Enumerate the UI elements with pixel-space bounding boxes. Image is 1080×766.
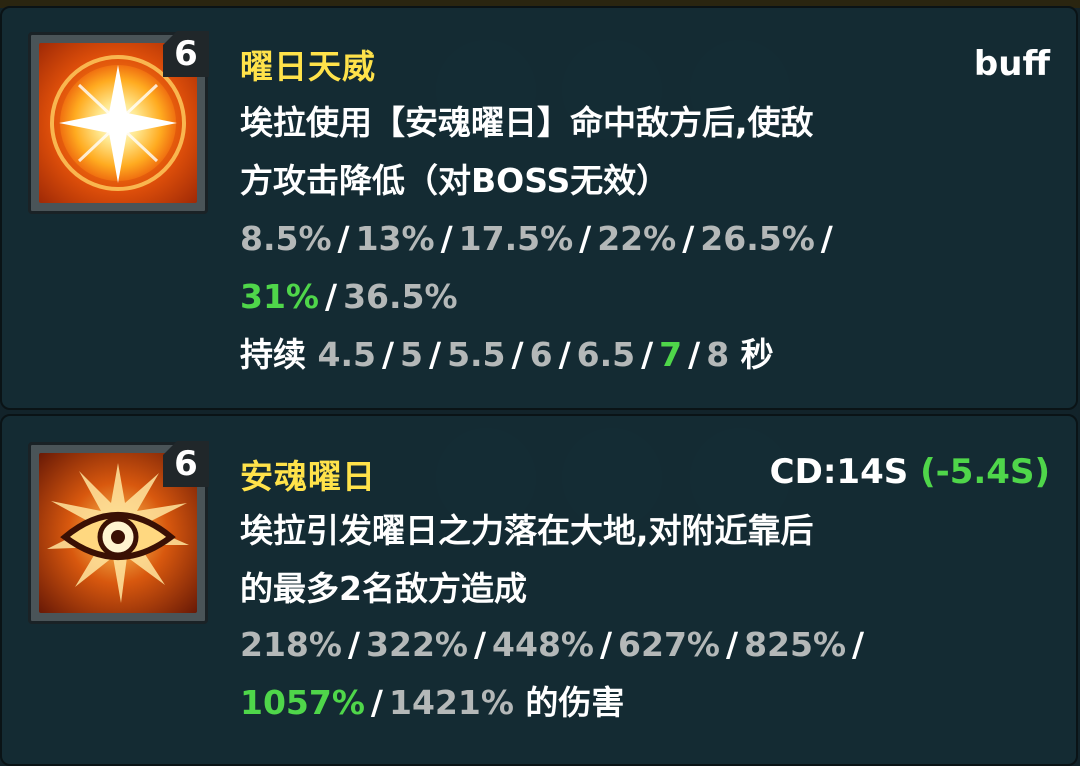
value-level-1: 218% xyxy=(240,625,342,664)
skill-values: 8.5%/13%/17.5%/22%/26.5%/ 31%/36.5% 持续 4… xyxy=(240,210,839,384)
value-level-2: 13% xyxy=(355,219,435,258)
description-line: 的最多2名敌方造成 xyxy=(240,569,527,608)
values-line: 31%/36.5% xyxy=(240,277,458,316)
values-line: 8.5%/13%/17.5%/22%/26.5% / xyxy=(240,219,833,258)
description-line: 埃拉引发曜日之力落在大地,对附近靠后 xyxy=(240,511,814,550)
value-level-1: 8.5% xyxy=(240,219,332,258)
value-level-4: 627% xyxy=(618,625,720,664)
duration-level-7: 8 xyxy=(706,335,730,374)
skill-name: 曜日天威 xyxy=(240,47,376,86)
skill-level-badge: 6 xyxy=(163,31,209,77)
duration-level-2: 5 xyxy=(400,335,423,374)
skill-values: 218%/322%/448%/627%/825%/ 1057%/1421% 的伤… xyxy=(240,616,870,732)
duration-label: 持续 xyxy=(240,335,306,374)
value-level-3: 448% xyxy=(492,625,594,664)
skill-level-badge: 6 xyxy=(163,441,209,487)
duration-level-5: 6.5 xyxy=(576,335,636,374)
value-level-5: 825% xyxy=(744,625,847,664)
value-level-7: 1421% xyxy=(388,683,514,722)
values-line: 1057%/1421% 的伤害 xyxy=(240,683,625,722)
duration-level-1: 4.5 xyxy=(317,335,376,374)
value-current-level: 1057% xyxy=(240,683,365,722)
value-current-level: 31% xyxy=(240,277,319,316)
skill-type-tag: buff xyxy=(973,44,1050,84)
duration-unit: 秒 xyxy=(740,335,774,374)
value-level-5: 26.5% xyxy=(700,219,815,258)
skill-name: 安魂曜日 xyxy=(240,457,376,496)
value-level-7: 36.5% xyxy=(343,277,458,316)
skill-card-active: 6 安魂曜日 CD:14S (-5.4S) 埃拉引发曜日之力落在大地,对附近靠后… xyxy=(0,414,1078,766)
duration-line: 持续 4.5/5/5.5/6/6.5/7/8 秒 xyxy=(240,335,774,374)
skill-icon-frame[interactable]: 6 xyxy=(28,31,209,214)
cooldown-label: CD:14S (-5.4S) xyxy=(770,452,1050,492)
description-line: 埃拉使用【安魂曜日】命中敌方后,使敌 xyxy=(240,103,814,142)
skill-icon-frame[interactable]: 6 xyxy=(28,441,209,624)
value-level-3: 17.5% xyxy=(458,219,574,258)
skill-description: 埃拉使用【安魂曜日】命中敌方后,使敌 方攻击降低（对BOSS无效） xyxy=(240,94,814,210)
skill-tooltip-screen: 6 曜日天威 buff 埃拉使用【安魂曜日】命中敌方后,使敌 方攻击降低（对BO… xyxy=(0,0,1080,766)
value-level-2: 322% xyxy=(366,625,468,664)
cooldown-reduction: (-5.4S) xyxy=(920,452,1050,492)
value-level-4: 22% xyxy=(597,219,677,258)
skill-description: 埃拉引发曜日之力落在大地,对附近靠后 的最多2名敌方造成 xyxy=(240,502,814,618)
duration-level-4: 6 xyxy=(529,335,553,374)
values-line: 218%/322%/448%/627%/825% / xyxy=(240,625,865,664)
damage-suffix: 的伤害 xyxy=(525,683,625,722)
cooldown-value: CD:14S xyxy=(769,452,909,492)
duration-current-level: 7 xyxy=(659,335,683,374)
skill-card-passive: 6 曜日天威 buff 埃拉使用【安魂曜日】命中敌方后,使敌 方攻击降低（对BO… xyxy=(0,6,1078,410)
duration-level-3: 5.5 xyxy=(447,335,506,374)
description-line: 方攻击降低（对BOSS无效） xyxy=(240,161,670,200)
